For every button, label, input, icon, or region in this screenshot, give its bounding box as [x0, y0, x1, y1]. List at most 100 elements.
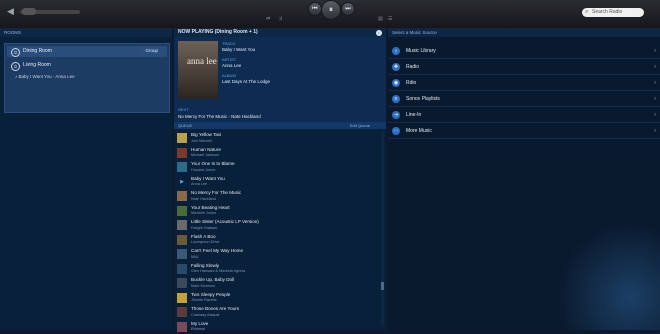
album-art-text: anna lee [187, 57, 217, 66]
source-label: Radio [406, 60, 419, 74]
queue-item-title: My Love [191, 321, 208, 326]
queue-item[interactable]: Two Sleepy PeopleJimmie Ravelle [174, 291, 380, 306]
previous-button[interactable]: ⏮ [308, 2, 322, 16]
chevron-right-icon: › [654, 124, 656, 138]
artist-value: Anna Lee [222, 63, 241, 68]
chevron-right-icon: › [654, 76, 656, 90]
source-sonos-playlists[interactable]: ≡Sonos Playlists› [388, 92, 660, 107]
chevron-right-icon: › [654, 92, 656, 106]
source-icon: ✚ [392, 63, 400, 71]
queue-item[interactable]: Flash A BooLovespoon Drive [174, 233, 380, 248]
sources-header: Select a Music Source [388, 28, 660, 37]
room-dining-room[interactable]: ⏻ Dining Room Group [7, 46, 167, 57]
queue-item-title: Those Bones Are Yours [191, 306, 239, 311]
list-icon[interactable]: ☰ [388, 16, 392, 22]
queue-item[interactable]: No Mercy For The Music Nate Hackland [174, 189, 380, 204]
search-box[interactable]: ⌕ Search Radio [582, 8, 644, 17]
edit-queue-link[interactable]: Edit Queue [350, 122, 370, 129]
source-line-in[interactable]: ⇥ Line-In › [388, 108, 660, 123]
album-thumbnail [177, 206, 187, 216]
queue-item[interactable]: Your One Is to Blame Howard Jones [174, 160, 380, 175]
now-playing-panel: NOW PLAYING (Dining Room + 1) i anna lee… [174, 28, 386, 330]
search-icon: ⌕ [585, 8, 588, 17]
shuffle-icon[interactable]: ⤨ [278, 16, 282, 22]
source-music-library[interactable]: ♪Music Library› [388, 44, 660, 59]
speaker-icon[interactable]: ◀ [7, 7, 16, 16]
rooms-header: ROOMS [0, 28, 172, 37]
queue-item-title: Falling Slowly [191, 263, 219, 268]
queue-scrollbar-thumb[interactable] [381, 282, 384, 290]
queue-item-title: Your One Is to Blame [191, 161, 235, 166]
room-living-room[interactable]: ⏻ Living Room [7, 60, 167, 71]
artist-label: ARTIST [222, 57, 236, 62]
source-label: More Music [406, 124, 432, 138]
source-icon: ♪ [392, 47, 400, 55]
queue-item-title: Can't Feel My Way Home [191, 248, 243, 253]
now-playing-details: anna lee TRACK Baby I Want You ARTIST An… [174, 37, 386, 122]
queue-item[interactable]: Falling SlowlyGlen Hansard & Marketa Irg… [174, 262, 380, 277]
queue-item[interactable]: Human NatureMichael Jackson [174, 146, 380, 161]
queue-item-title: Two Sleepy People [191, 292, 230, 297]
queue-item[interactable]: Little Sister (Acoustic LP Version) Dwigh… [174, 218, 380, 233]
album-label: ALBUM [222, 73, 236, 78]
queue-item-title: Your Beating Heart [191, 205, 230, 210]
queue-item-artist: Nate Hackland [191, 197, 216, 201]
queue-item-artist: Michael Jackson [191, 153, 219, 157]
queue-header: QUEUE Edit Queue [174, 122, 386, 129]
track-label: TRACK [222, 41, 236, 46]
queue-item-title: Human Nature [191, 147, 221, 152]
search-input[interactable]: Search Radio [592, 8, 622, 17]
source-rdio[interactable]: ◉Rdio› [388, 76, 660, 91]
track-value: Baby I Want You [222, 47, 255, 52]
next-label: NEXT [178, 107, 189, 112]
queue-scrollbar[interactable] [381, 131, 384, 327]
queue-list: Big Yellow TaxiJoni MitchellHuman Nature… [174, 131, 380, 334]
rooms-list: ⏻ Dining Room Group ⏻ Living Room ♪ Baby… [4, 43, 170, 113]
volume-slider-knob[interactable] [22, 8, 36, 15]
album-thumbnail [177, 264, 187, 274]
equalizer-icon[interactable]: ▤ [378, 16, 383, 22]
queue-item[interactable]: My LoveEthereal [174, 320, 380, 334]
queue-item-artist: Jimmie Ravelle [191, 298, 217, 302]
queue-item[interactable]: Your Beating HeartMichelle Jones [174, 204, 380, 219]
album-value: Last Days At The Lodge [222, 79, 270, 84]
next-button[interactable]: ⏭ [341, 2, 355, 16]
queue-title: QUEUE [178, 122, 192, 129]
queue-item-title: No Mercy For The Music [191, 190, 241, 195]
rooms-panel: ROOMS ⏻ Dining Room Group ⏻ Living Room … [0, 28, 172, 330]
queue-item-artist: Joni Mitchell [191, 139, 212, 143]
info-icon[interactable]: i [376, 30, 382, 36]
queue-item[interactable]: Big Yellow TaxiJoni Mitchell [174, 131, 380, 146]
now-playing-icon: ▶ [177, 177, 187, 187]
queue-item-artist: Lovespoon Drive [191, 240, 220, 244]
queue-item-title: Little Sister (Acoustic LP Version) [191, 219, 259, 224]
room-label: Dining Room [23, 46, 52, 57]
group-button[interactable]: Group [140, 47, 163, 55]
chevron-right-icon: › [654, 108, 656, 122]
album-thumbnail [177, 307, 187, 317]
top-toolbar: ◀ ⏮ ⏸ ⏭ ⇄ ⤨ ▤ ☰ ⌕ Search Radio [0, 0, 660, 28]
album-thumbnail [177, 220, 187, 230]
queue-item[interactable]: Buckle Up, Baby DollMark Morrison [174, 276, 380, 291]
queue-item[interactable]: Those Bones Are Yours Crakrasy Alastair [174, 305, 380, 320]
album-thumbnail [177, 191, 187, 201]
power-icon: ⏻ [11, 62, 20, 71]
source-label: Music Library [406, 44, 436, 58]
source-more-music[interactable]: ⋯More Music› [388, 124, 660, 139]
queue-item-artist: Dwight Yoakam [191, 226, 217, 230]
source-label: Line-In [406, 108, 421, 122]
queue-item-artist: Howard Jones [191, 168, 215, 172]
queue-item-artist: Crakrasy Alastair [191, 313, 220, 317]
queue-item[interactable]: ▶Baby I Want YouAnna Lee [174, 175, 380, 190]
playback-mode-controls: ⇄ ⤨ ▤ ☰ [260, 16, 400, 25]
chevron-right-icon: › [654, 60, 656, 74]
source-radio[interactable]: ✚ Radio › [388, 60, 660, 75]
source-icon: ⇥ [392, 111, 400, 119]
queue-item-artist: Michelle Jones [191, 211, 216, 215]
queue-item-title: Flash A Boo [191, 234, 216, 239]
queue-item[interactable]: Can't Feel My Way HomeMNL [174, 247, 380, 262]
next-track: No Mercy For The Music - Nate Hackland [178, 114, 261, 119]
now-playing-header: NOW PLAYING (Dining Room + 1) [174, 28, 386, 37]
repeat-icon[interactable]: ⇄ [266, 16, 270, 22]
queue-item-title: Buckle Up, Baby Doll [191, 277, 234, 282]
